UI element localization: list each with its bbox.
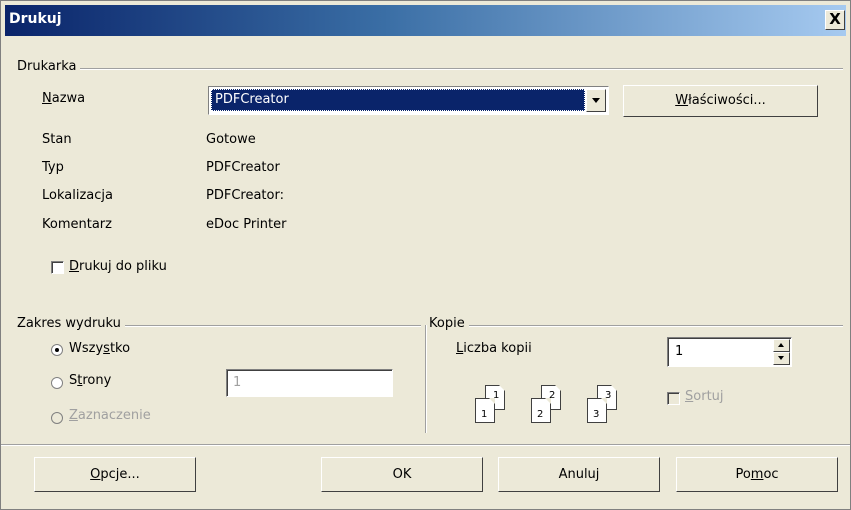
printer-group-title: Drukarka <box>17 59 81 74</box>
status-label: Stan <box>42 132 72 147</box>
arrow-down-icon <box>778 356 784 360</box>
page-icon-front-1: 1 <box>475 398 495 423</box>
copies-count-label: Liczba kopii <box>456 341 532 356</box>
copies-count-spinbox[interactable]: 1 <box>667 337 792 367</box>
close-button[interactable]: X <box>825 10 845 30</box>
buttons-separator <box>1 444 850 446</box>
print-to-file-label[interactable]: Drukuj do pliku <box>69 259 167 274</box>
printer-name-label: Nazwa <box>42 91 86 106</box>
comment-value: eDoc Printer <box>206 217 287 232</box>
copies-group-frame <box>433 325 843 327</box>
type-label: Typ <box>42 160 64 175</box>
location-value: PDFCreator: <box>206 188 284 203</box>
type-value: PDFCreator <box>206 160 280 175</box>
print-to-file-checkbox[interactable] <box>51 261 64 274</box>
printer-name-selected: PDFCreator <box>211 89 585 111</box>
arrow-up-icon <box>778 343 784 347</box>
selection-radio[interactable] <box>51 412 63 424</box>
all-pages-label[interactable]: Wszystko <box>69 341 130 356</box>
selection-label[interactable]: Zaznaczenie <box>69 408 151 423</box>
pages-label[interactable]: Strony <box>69 373 111 388</box>
help-button[interactable]: Pomoc <box>676 457 838 492</box>
status-value: Gotowe <box>206 132 256 147</box>
range-group-title: Zakres wydruku <box>17 316 125 331</box>
spin-down-button[interactable] <box>773 352 790 365</box>
ok-button[interactable]: OK <box>321 457 483 492</box>
options-button[interactable]: Opcje... <box>34 457 196 492</box>
location-label: Lokalizacja <box>42 188 113 203</box>
printer-group-frame <box>23 68 843 70</box>
collate-preview-icon: 1 1 2 2 3 3 <box>471 381 631 431</box>
page-icon-front-2: 2 <box>531 398 551 423</box>
properties-button[interactable]: Właściwości... <box>623 85 818 117</box>
combobox-dropdown-button[interactable] <box>586 89 606 112</box>
title-bar[interactable]: Drukuj X <box>5 5 846 36</box>
spin-up-button[interactable] <box>773 339 790 352</box>
cancel-button[interactable]: Anuluj <box>498 457 660 492</box>
copies-count-value: 1 <box>675 344 684 359</box>
close-icon: X <box>829 10 841 28</box>
collate-label[interactable]: Sortuj <box>685 389 724 404</box>
copies-group-title: Kopie <box>429 316 469 331</box>
copies-separator <box>425 325 427 433</box>
collate-checkbox[interactable] <box>667 392 680 405</box>
comment-label: Komentarz <box>42 217 112 232</box>
pages-input[interactable]: 1 <box>226 369 393 397</box>
window-title: Drukuj <box>9 11 62 27</box>
pages-radio[interactable] <box>51 377 63 389</box>
chevron-down-icon <box>592 98 600 103</box>
printer-name-combobox[interactable]: PDFCreator <box>208 86 609 115</box>
page-icon-front-3: 3 <box>587 398 607 423</box>
print-dialog: Drukuj X Drukarka Nazwa PDFCreator Właśc… <box>0 0 851 510</box>
all-pages-radio[interactable] <box>51 344 63 356</box>
